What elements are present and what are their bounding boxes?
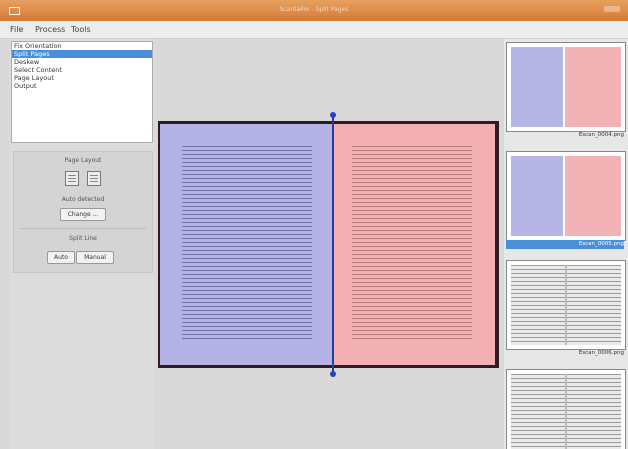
thumbnail-caption: Escan_0006.png (578, 350, 624, 356)
step-select-content[interactable]: Select Content (12, 66, 152, 74)
step-deskew[interactable]: Deskew (12, 58, 152, 66)
split-line-label: Split Line (69, 235, 97, 242)
split-manual-button[interactable]: Manual (76, 251, 114, 264)
right-page-text (352, 146, 472, 342)
split-options-panel: Page Layout Auto detected Change ... Spl… (13, 151, 153, 273)
right-page-number: · (462, 353, 464, 358)
app-window: Scantailor - Split Pages File Process To… (0, 0, 628, 449)
thumbnail-caption: Escan_0005.png (506, 240, 624, 249)
thumbnail-image (506, 260, 626, 350)
right-page-region[interactable]: · (334, 124, 495, 365)
thumbnail-image (506, 151, 626, 241)
left-panel: Fix Orientation Split Pages Deskew Selec… (9, 39, 155, 449)
step-split-pages[interactable]: Split Pages (12, 50, 152, 58)
thumbnail-caption: Escan_0004.png (578, 132, 624, 138)
menu-process[interactable]: Process (35, 25, 65, 34)
menu-bar: File Process Tools (0, 21, 628, 39)
menu-tools[interactable]: Tools (71, 25, 91, 34)
single-page-layout-icon[interactable] (65, 171, 79, 186)
left-page-number: · (178, 353, 180, 358)
left-page-region[interactable]: · (160, 124, 332, 365)
page-layout-label: Page Layout (64, 157, 102, 164)
thumbnail-image (506, 42, 626, 132)
thumbnail-strip[interactable]: Escan_0004.png Escan_0005.png Escan_0006… (504, 39, 628, 449)
step-list[interactable]: Fix Orientation Split Pages Deskew Selec… (11, 41, 153, 143)
thumbnail-image (506, 369, 626, 449)
split-auto-button[interactable]: Auto (47, 251, 75, 264)
step-output[interactable]: Output (12, 82, 152, 90)
title-bar: Scantailor - Split Pages (0, 0, 628, 21)
step-page-layout[interactable]: Page Layout (12, 74, 152, 82)
page-preview-canvas[interactable]: · · (156, 39, 502, 449)
split-line-top-handle[interactable] (330, 112, 336, 118)
window-controls[interactable] (604, 6, 620, 12)
menu-file[interactable]: File (10, 25, 23, 34)
window-title: Scantailor - Split Pages (279, 6, 349, 13)
split-line[interactable] (332, 115, 334, 377)
options-divider (20, 228, 146, 229)
two-page-layout-icon[interactable] (87, 171, 101, 186)
change-button[interactable]: Change ... (60, 208, 106, 221)
auto-detected-label: Auto detected (61, 196, 105, 203)
left-page-text (182, 146, 312, 342)
split-line-bottom-handle[interactable] (330, 371, 336, 377)
step-fix-orientation[interactable]: Fix Orientation (12, 42, 152, 50)
